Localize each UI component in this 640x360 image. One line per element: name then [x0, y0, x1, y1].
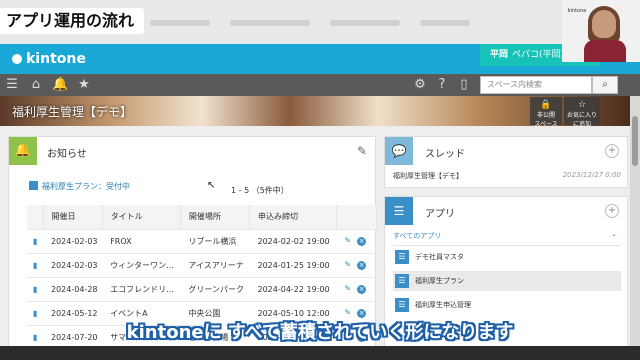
header-cell[interactable]: 申込み締切: [249, 205, 338, 229]
header-cell-doc: [27, 205, 44, 229]
space-search-input[interactable]: スペース内検索: [480, 76, 592, 94]
app-icon: ☰: [395, 274, 409, 288]
record-detail-icon[interactable]: ▮: [27, 228, 43, 253]
user-name: 平岡: [490, 50, 509, 60]
row-actions: ✎ ×: [336, 252, 377, 277]
row-actions: ✎ ×: [336, 276, 377, 301]
thread-item-date: 2023/12/27 0:00: [562, 171, 621, 179]
home-icon[interactable]: ⌂: [28, 77, 44, 93]
table-cell: アイスアリーナ: [180, 252, 250, 277]
app-icon: ☰: [395, 250, 409, 264]
header-cell[interactable]: 開催日: [43, 205, 103, 229]
table-row: ▮ 2024-02-03 ウィンターワン… アイスアリーナ 2024-01-25…: [27, 252, 377, 277]
star-outline-icon: ☆: [577, 100, 587, 110]
table-cell: 2024-01-25 19:00: [249, 252, 337, 277]
chat-bubble-icon: 💬: [385, 137, 413, 165]
record-detail-icon[interactable]: ▮: [27, 252, 43, 277]
add-app-button[interactable]: +: [605, 204, 619, 218]
table-cell: 2024-04-22 19:00: [249, 276, 337, 301]
star-icon[interactable]: ★: [76, 77, 92, 93]
kintone-mascot-logo: kintone: [567, 8, 587, 14]
table-header-row: 開催日 タイトル 開催場所 申込み締切: [27, 205, 377, 229]
pencil-icon[interactable]: ✎: [345, 236, 352, 245]
kintone-logo[interactable]: kintone: [12, 51, 86, 67]
table-cell: エコフレンドリ…: [102, 276, 181, 301]
bell-icon[interactable]: 🔔: [52, 77, 68, 93]
pager: 1 - 5 （5件中）: [231, 186, 289, 195]
space-title: 福利厚生管理【デモ】: [12, 105, 133, 119]
add-favorite-button[interactable]: ☆ お気に入り に追加: [564, 97, 600, 128]
app-list-icon: ☰: [385, 197, 413, 225]
scrollbar-thumb[interactable]: [632, 116, 638, 166]
screen: アプリ運用の流れ kintone 平岡 ペパコ(平岡) ☰ ⌂ 🔔 ★ ⚙ ? ▯…: [0, 0, 640, 360]
row-actions: ✎ ×: [336, 228, 377, 253]
chevron-down-icon: ⌄: [611, 230, 617, 238]
search-icon[interactable]: ⌕: [592, 76, 618, 94]
table-cell: 2024-02-02 19:00: [249, 228, 337, 253]
all-apps-dropdown[interactable]: すべてのアプリ ⌄: [393, 230, 621, 246]
pencil-icon[interactable]: ✎: [345, 308, 352, 317]
edit-icon[interactable]: ✎: [357, 144, 367, 158]
app-item[interactable]: ☰ 福利厚生プラン: [393, 271, 621, 291]
table-row: ▮ 2024-02-03 FROX リブール横浜 2024-02-02 19:0…: [27, 228, 377, 253]
delete-icon[interactable]: ×: [357, 237, 367, 246]
delete-icon[interactable]: ×: [357, 261, 367, 270]
header-cell[interactable]: タイトル: [102, 205, 181, 229]
thread-panel: 💬 スレッド + 福利厚生管理【デモ】 2023/12/27 0:00: [384, 136, 628, 188]
app-item[interactable]: ☰ 福利厚生申込管理: [393, 295, 621, 315]
header-cell-actions: [336, 205, 377, 229]
notice-app-link[interactable]: 福利厚生プラン：受付中: [29, 181, 130, 192]
app-icon: ☰: [395, 298, 409, 312]
table-cell: グリーンパーク: [180, 276, 250, 301]
table-cell: 2024-04-28: [43, 276, 103, 301]
table-row: ▮ 2024-04-28 エコフレンドリ… グリーンパーク 2024-04-22…: [27, 276, 377, 301]
bell-icon: 🔔: [9, 137, 37, 165]
kintone-logo-icon: [12, 54, 22, 64]
video-section-title: アプリ運用の流れ: [0, 8, 145, 34]
help-icon[interactable]: ?: [434, 77, 450, 93]
table-cell: ウィンターワン…: [102, 252, 181, 277]
user-org: ペパコ(平岡): [512, 50, 565, 60]
gear-icon[interactable]: ⚙: [412, 77, 428, 93]
notice-title: お知らせ: [47, 149, 87, 160]
thread-item[interactable]: 福利厚生管理【デモ】 2023/12/27 0:00: [393, 171, 621, 181]
header-cell[interactable]: 開催場所: [180, 205, 250, 229]
video-caption: kintoneに すべて蓄積されていく形になります: [126, 322, 514, 343]
table-cell: FROX: [102, 228, 181, 253]
mouse-cursor-icon: ↖: [207, 180, 216, 191]
table-cell: 2024-02-03: [43, 228, 103, 253]
pencil-icon[interactable]: ✎: [345, 260, 352, 269]
add-thread-button[interactable]: +: [605, 144, 619, 158]
os-taskbar: [0, 346, 640, 360]
thread-item-name: 福利厚生管理【デモ】: [393, 172, 463, 180]
pencil-icon[interactable]: ✎: [345, 284, 352, 293]
app-icon: [29, 181, 38, 190]
lock-icon: 🔒: [540, 100, 552, 110]
mobile-icon[interactable]: ▯: [456, 77, 472, 93]
presenter-video: kintone: [562, 0, 640, 62]
presenter-body: [584, 40, 626, 62]
presenter-face: [592, 10, 616, 38]
app-item[interactable]: ☰ デモ社員マスタ: [393, 247, 621, 267]
apps-title: アプリ: [425, 209, 455, 220]
menu-icon[interactable]: ☰: [4, 77, 20, 93]
table-cell: 2024-02-03: [43, 252, 103, 277]
delete-icon[interactable]: ×: [357, 309, 367, 318]
delete-icon[interactable]: ×: [357, 285, 367, 294]
table-cell: リブール横浜: [180, 228, 250, 253]
record-detail-icon[interactable]: ▮: [27, 276, 43, 301]
private-space-button[interactable]: 🔒 非公開 スペース: [530, 97, 562, 128]
thread-title: スレッド: [425, 149, 465, 160]
